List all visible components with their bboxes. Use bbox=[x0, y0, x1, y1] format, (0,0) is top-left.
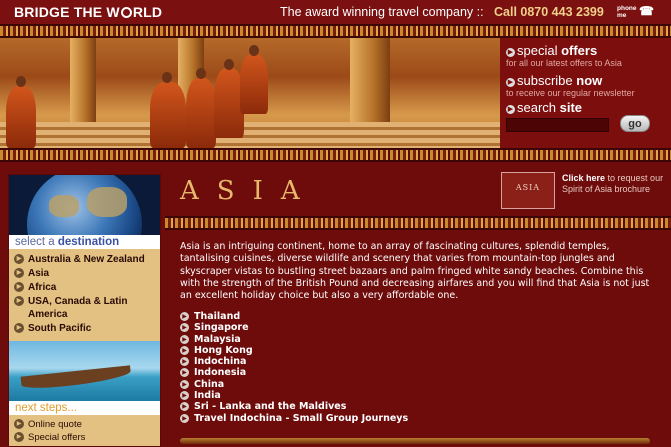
destination-label: South Pacific bbox=[28, 323, 92, 334]
country-label: Hong Kong bbox=[194, 344, 253, 356]
search-label-b: site bbox=[559, 100, 583, 115]
arrow-icon: ▶ bbox=[14, 432, 24, 442]
search-label-a: search bbox=[517, 100, 560, 115]
country-link[interactable]: ▶ Thailand bbox=[180, 311, 408, 322]
arrow-icon: ▶ bbox=[180, 391, 189, 401]
destination-south-pacific[interactable]: ▶ South Pacific bbox=[14, 322, 159, 335]
subscribe-label-b: now bbox=[576, 73, 603, 88]
ornamental-border bbox=[165, 216, 671, 230]
destination-label: Asia bbox=[28, 268, 50, 279]
arrow-icon: ▶ bbox=[180, 368, 189, 378]
arrow-icon: ▶ bbox=[180, 312, 189, 321]
tagline: The award winning travel company :: bbox=[280, 5, 484, 19]
intro-paragraph: Asia is an intriguing continent, home to… bbox=[180, 241, 650, 302]
special-offers-label-a: special bbox=[517, 43, 562, 58]
country-label: Sri - Lanka and the Maldives bbox=[194, 401, 347, 413]
arrow-icon: ▶ bbox=[506, 105, 515, 114]
country-label: Singapore bbox=[194, 322, 249, 334]
next-step-label: Online quote bbox=[28, 419, 82, 430]
country-label: Travel Indochina - Small Group Journeys bbox=[194, 412, 409, 424]
select-heading-a: select a bbox=[15, 236, 58, 248]
country-label: Indonesia bbox=[194, 367, 247, 379]
arrow-icon: ▶ bbox=[14, 282, 24, 292]
country-link[interactable]: ▶ Indonesia bbox=[180, 367, 408, 378]
arrow-icon: ▶ bbox=[180, 357, 189, 367]
destination-label: Australia & New Zealand bbox=[28, 254, 145, 265]
country-label: China bbox=[194, 378, 225, 390]
country-label: Indochina bbox=[194, 356, 247, 368]
arrow-icon: ▶ bbox=[14, 323, 24, 333]
select-destination-heading: select a destination bbox=[9, 235, 160, 249]
country-link[interactable]: ▶ Travel Indochina - Small Group Journeys bbox=[180, 413, 408, 424]
ornamental-border bbox=[0, 24, 671, 38]
go-button[interactable]: go bbox=[620, 115, 650, 132]
arrow-icon: ▶ bbox=[180, 379, 189, 389]
special-offers-link[interactable]: ▶ special offers for all our latest offer… bbox=[506, 43, 622, 68]
arrow-icon: ▶ bbox=[506, 48, 515, 57]
country-label: India bbox=[194, 390, 221, 402]
telephone-icon: ☎ bbox=[639, 4, 654, 18]
ornamental-border bbox=[0, 148, 671, 162]
arrow-icon: ▶ bbox=[180, 345, 189, 355]
longtail-boat-image bbox=[9, 341, 160, 401]
arrow-icon: ▶ bbox=[180, 413, 189, 423]
arrow-icon: ▶ bbox=[180, 402, 189, 412]
destination-australia-nz[interactable]: ▶ Australia & New Zealand bbox=[14, 253, 159, 266]
phone-me-button[interactable]: phone me ☎ bbox=[617, 5, 665, 21]
country-link[interactable]: ▶ Hong Kong bbox=[180, 345, 408, 356]
online-quote-link[interactable]: ▶ Online quote bbox=[14, 418, 85, 431]
arrow-icon: ▶ bbox=[180, 334, 189, 344]
subscribe-sub: to receive our regular newsletter bbox=[506, 88, 635, 98]
country-label: Thailand bbox=[194, 311, 241, 322]
globe-icon bbox=[120, 7, 132, 18]
logo-text-start: BRIDGE THE W bbox=[14, 4, 120, 20]
arrow-icon: ▶ bbox=[180, 323, 189, 333]
promo-panel: ▶ special offers for all our latest offer… bbox=[500, 38, 671, 148]
logo[interactable]: BRIDGE THE W RLD bbox=[14, 4, 162, 20]
country-link[interactable]: ▶ Sri - Lanka and the Maldives bbox=[180, 401, 408, 412]
country-link[interactable]: ▶ Malaysia bbox=[180, 334, 408, 345]
special-offers-sidebar-link[interactable]: ▶ Special offers bbox=[14, 431, 85, 444]
destination-label: Africa bbox=[28, 282, 57, 293]
special-offers-label-b: offers bbox=[561, 43, 598, 58]
special-offers-sub: for all our latest offers to Asia bbox=[506, 58, 622, 68]
next-steps-list: ▶ Online quote ▶ Special offers bbox=[14, 418, 85, 444]
search-site-label: ▶ search site bbox=[506, 100, 582, 115]
bottom-ornament bbox=[180, 438, 650, 444]
destination-usa-canada-latin-america[interactable]: ▶ USA, Canada & Latin America bbox=[14, 295, 159, 321]
next-steps-heading: next steps... bbox=[9, 401, 160, 415]
subscribe-link[interactable]: ▶ subscribe now to receive our regular ne… bbox=[506, 73, 635, 98]
arrow-icon: ▶ bbox=[14, 296, 24, 306]
top-bar: BRIDGE THE W RLD The award winning travel… bbox=[0, 0, 671, 24]
brochure-thumbnail[interactable]: ASIA bbox=[501, 172, 555, 209]
logo-text-end: RLD bbox=[132, 4, 163, 20]
next-step-label: Special offers bbox=[28, 432, 86, 443]
country-label: Malaysia bbox=[194, 333, 241, 345]
subscribe-label-a: subscribe bbox=[517, 73, 577, 88]
destination-list: ▶ Australia & New Zealand ▶ Asia ▶ Africa ▶… bbox=[14, 253, 159, 336]
country-link[interactable]: ▶ India bbox=[180, 390, 408, 401]
arrow-icon: ▶ bbox=[14, 268, 24, 278]
earth-image bbox=[9, 175, 160, 235]
search-input[interactable] bbox=[506, 118, 609, 132]
country-list: ▶ Thailand ▶ Singapore ▶ Malaysia ▶ Hong Kon… bbox=[180, 311, 408, 424]
destination-africa[interactable]: ▶ Africa bbox=[14, 281, 159, 294]
select-heading-b: destination bbox=[57, 236, 120, 248]
page-title: ASIA bbox=[180, 176, 318, 206]
arrow-icon: ▶ bbox=[14, 254, 24, 264]
monks-banner-image bbox=[0, 38, 500, 148]
country-link[interactable]: ▶ China bbox=[180, 379, 408, 390]
destination-label: USA, Canada & Latin America bbox=[28, 296, 128, 320]
arrow-icon: ▶ bbox=[506, 78, 515, 87]
click-here-link[interactable]: Click here bbox=[562, 173, 605, 183]
sidebar: select a destination ▶ Australia & New Ze… bbox=[8, 174, 161, 447]
destination-asia[interactable]: ▶ Asia bbox=[14, 267, 159, 280]
arrow-icon: ▶ bbox=[14, 419, 24, 429]
brochure-request[interactable]: Click here to request our Spirit of Asia… bbox=[562, 173, 667, 195]
country-link[interactable]: ▶ Indochina bbox=[180, 356, 408, 367]
phone-number: Call 0870 443 2399 bbox=[494, 5, 604, 19]
country-link[interactable]: ▶ Singapore bbox=[180, 322, 408, 333]
